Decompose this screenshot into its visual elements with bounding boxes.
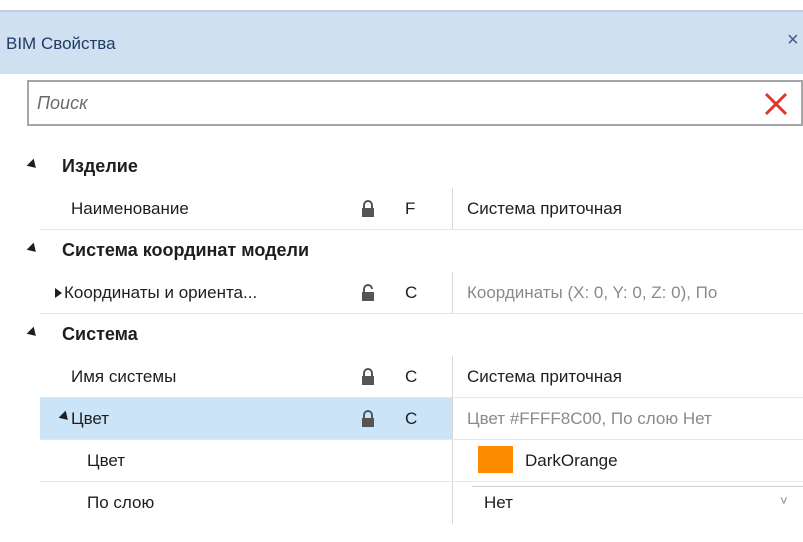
- column-divider: [452, 482, 453, 524]
- property-value[interactable]: Цвет #FFFF8C00, По слою Нет: [467, 409, 803, 429]
- property-flag: F: [405, 199, 416, 218]
- property-row-system-name[interactable]: Имя системы C Система приточная: [0, 356, 803, 398]
- category-row-system[interactable]: Система: [0, 314, 803, 356]
- column-divider: [452, 398, 453, 440]
- lock-closed-icon: [362, 200, 374, 217]
- column-divider: [452, 272, 453, 314]
- category-label: Изделие: [62, 156, 138, 176]
- property-label: По слою: [87, 493, 155, 512]
- lock-open-icon: [362, 284, 374, 301]
- property-value[interactable]: Система приточная: [467, 199, 797, 219]
- property-grid: Изделие Наименование F Система приточная…: [0, 146, 803, 542]
- property-value[interactable]: Координаты (X: 0, Y: 0, Z: 0), По: [467, 283, 803, 303]
- property-flag: C: [405, 367, 418, 386]
- category-label: Система: [62, 324, 138, 344]
- property-label: Наименование: [71, 199, 189, 218]
- search-input[interactable]: [37, 82, 757, 124]
- property-row-color[interactable]: Цвет C Цвет #FFFF8C00, По слою Нет: [0, 398, 803, 440]
- window-top-edge: [0, 0, 803, 10]
- property-row-by-layer[interactable]: По слою Нет ˅: [0, 482, 803, 524]
- collapse-triangle-icon[interactable]: [26, 242, 40, 256]
- property-row-coordinates[interactable]: Координаты и ориента... C Координаты (X:…: [0, 272, 803, 314]
- category-row-coordinate-system[interactable]: Система координат модели: [0, 230, 803, 272]
- expand-triangle-icon[interactable]: [55, 288, 62, 298]
- panel-title: BIM Свойства: [6, 34, 116, 53]
- property-flag: C: [405, 409, 418, 428]
- property-label: Имя системы: [71, 367, 177, 386]
- property-flag: C: [405, 283, 418, 302]
- category-label: Система координат модели: [62, 240, 310, 260]
- property-value[interactable]: DarkOrange: [525, 451, 795, 471]
- panel-titlebar: BIM Свойства ×: [0, 12, 803, 74]
- lock-closed-icon: [362, 368, 374, 385]
- search-box[interactable]: [27, 80, 803, 126]
- collapse-triangle-icon[interactable]: [26, 158, 40, 172]
- property-label: Координаты и ориента...: [64, 283, 258, 302]
- property-row-color-value[interactable]: Цвет DarkOrange: [0, 440, 803, 482]
- property-row-name[interactable]: Наименование F Система приточная: [0, 188, 803, 230]
- clear-search-icon[interactable]: [761, 89, 791, 119]
- property-label: Цвет: [87, 451, 126, 470]
- close-icon[interactable]: ×: [787, 30, 799, 50]
- column-divider: [452, 440, 453, 482]
- dropdown-selected-value: Нет: [484, 493, 513, 512]
- property-value[interactable]: Система приточная: [467, 367, 797, 387]
- lock-closed-icon: [362, 410, 374, 427]
- category-row-product[interactable]: Изделие: [0, 146, 803, 188]
- chevron-down-icon[interactable]: ˅: [780, 493, 788, 508]
- collapse-triangle-icon[interactable]: [26, 326, 40, 340]
- property-label: Цвет: [71, 409, 110, 428]
- by-layer-dropdown[interactable]: Нет ˅: [472, 486, 803, 520]
- column-divider: [452, 356, 453, 398]
- column-divider: [452, 188, 453, 230]
- color-swatch[interactable]: [478, 446, 513, 473]
